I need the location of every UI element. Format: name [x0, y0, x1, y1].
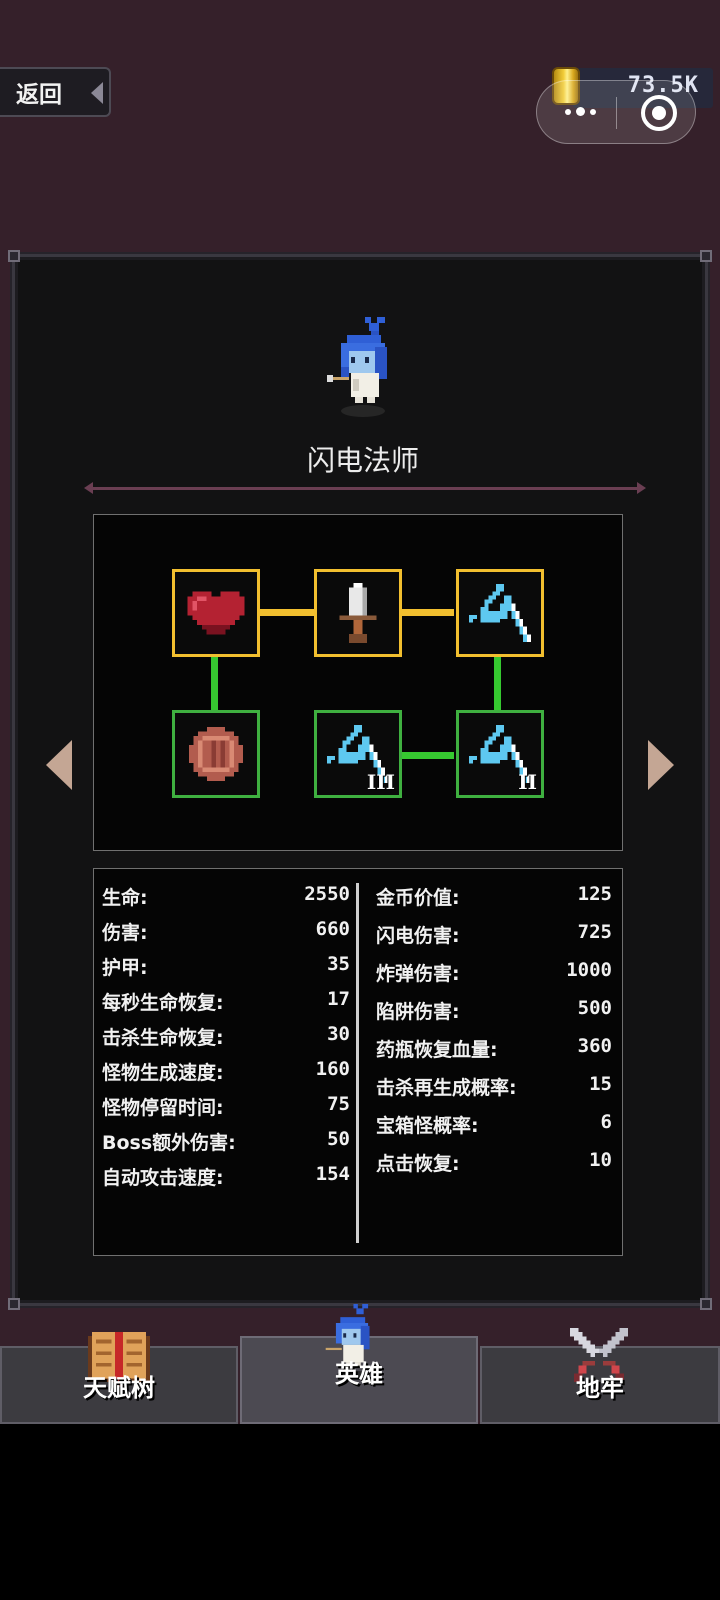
stat-label: 金币价值: — [376, 887, 460, 909]
tab-talent-tree[interactable]: 天赋树 — [0, 1332, 238, 1424]
game-screen: 返回 73.5K 闪电法师 III II 生命: 2550 伤害: 660 护甲… — [0, 0, 720, 1424]
stat-value: 360 — [577, 1035, 612, 1057]
stat-label: 闪电伤害: — [376, 925, 460, 947]
miniprogram-capsule — [536, 80, 696, 144]
stat-row: 炸弹伤害: 1000 — [376, 959, 612, 997]
panel-corner — [700, 250, 712, 262]
skill-node-lightning[interactable] — [456, 569, 544, 657]
stat-value: 154 — [315, 1163, 350, 1185]
stat-label: 药瓶恢复血量: — [376, 1039, 498, 1061]
panel-corner — [8, 250, 20, 262]
stat-row: 宝箱怪概率: 6 — [376, 1111, 612, 1149]
panel-corner — [700, 1298, 712, 1310]
stat-row: 怪物停留时间: 75 — [102, 1093, 350, 1128]
stats-divider — [356, 883, 359, 1243]
stat-label: 自动攻击速度: — [102, 1167, 224, 1189]
skill-node-armor[interactable] — [172, 710, 260, 798]
stat-row: 药瓶恢复血量: 360 — [376, 1035, 612, 1073]
next-hero-arrow-icon[interactable] — [648, 740, 674, 790]
stat-label: 陷阱伤害: — [376, 1001, 460, 1023]
stat-label: Boss额外伤害: — [102, 1132, 236, 1154]
skill-node-lightning-3[interactable]: III — [314, 710, 402, 798]
stat-label: 宝箱怪概率: — [376, 1115, 479, 1137]
stat-row: 击杀再生成概率: 15 — [376, 1073, 612, 1111]
stat-row: 生命: 2550 — [102, 883, 350, 918]
stat-value: 160 — [315, 1058, 350, 1080]
stat-row: 闪电伤害: 725 — [376, 921, 612, 959]
back-arrow-icon — [91, 82, 103, 104]
skill-node-damage[interactable] — [314, 569, 402, 657]
stat-value: 10 — [589, 1149, 612, 1171]
panel-corner — [8, 1298, 20, 1310]
lightning-icon — [469, 584, 531, 642]
bottom-empty-area — [0, 1424, 720, 1600]
stat-row: Boss额外伤害: 50 — [102, 1128, 350, 1163]
hero-name: 闪电法师 — [306, 444, 419, 477]
skill-node-lightning-2[interactable]: II — [456, 710, 544, 798]
heart-icon — [187, 591, 245, 635]
tab-hero[interactable]: 英雄 — [240, 1304, 478, 1424]
stat-row: 伤害: 660 — [102, 918, 350, 953]
stat-value: 1000 — [566, 959, 612, 981]
tab-dungeon[interactable]: 地牢 — [480, 1328, 720, 1424]
stat-label: 伤害: — [102, 922, 148, 944]
back-button[interactable]: 返回 — [0, 67, 111, 117]
stat-value: 125 — [577, 883, 612, 905]
stat-value: 725 — [577, 921, 612, 943]
stat-label: 生命: — [102, 887, 148, 909]
stats-column-right: 金币价值: 125 闪电伤害: 725 炸弹伤害: 1000 陷阱伤害: 500 药瓶恢… — [376, 883, 612, 1187]
stat-label: 怪物停留时间: — [102, 1097, 224, 1119]
stat-value: 35 — [327, 953, 350, 975]
tab-label: 天赋树 — [83, 1374, 155, 1402]
stat-label: 击杀再生成概率: — [376, 1077, 517, 1099]
tab-label: 地牢 — [576, 1374, 624, 1402]
tier-badge: III — [366, 770, 395, 794]
stat-value: 500 — [577, 997, 612, 1019]
stat-label: 护甲: — [102, 957, 148, 979]
sword-icon — [339, 583, 377, 643]
stat-label: 击杀生命恢复: — [102, 1027, 224, 1049]
close-miniprogram-icon[interactable] — [641, 95, 677, 131]
more-menu-icon[interactable] — [565, 107, 596, 116]
stats-table: 生命: 2550 伤害: 660 护甲: 35 每秒生命恢复: 17 击杀生命恢复: 30… — [93, 868, 623, 1256]
hero-portrait-icon — [327, 317, 387, 417]
stat-row: 金币价值: 125 — [376, 883, 612, 921]
tree-connector — [211, 656, 218, 710]
tree-connector — [494, 656, 501, 710]
previous-hero-arrow-icon[interactable] — [46, 740, 72, 790]
capsule-divider — [616, 97, 617, 129]
stat-value: 50 — [327, 1128, 350, 1150]
stat-label: 怪物生成速度: — [102, 1062, 224, 1084]
stat-value: 2550 — [304, 883, 350, 905]
stat-value: 6 — [600, 1111, 612, 1133]
stat-row: 击杀生命恢复: 30 — [102, 1023, 350, 1058]
stat-label: 炸弹伤害: — [376, 963, 460, 985]
tree-connector — [400, 609, 454, 616]
stat-value: 15 — [589, 1073, 612, 1095]
stat-label: 每秒生命恢复: — [102, 992, 224, 1014]
stat-label: 点击恢复: — [376, 1153, 460, 1175]
stat-row: 自动攻击速度: 154 — [102, 1163, 350, 1198]
skill-tree: III II — [93, 514, 623, 851]
stat-row: 陷阱伤害: 500 — [376, 997, 612, 1035]
stat-value: 30 — [327, 1023, 350, 1045]
stats-column-left: 生命: 2550 伤害: 660 护甲: 35 每秒生命恢复: 17 击杀生命恢复: 30… — [102, 883, 350, 1198]
tab-label: 英雄 — [335, 1360, 383, 1388]
stat-row: 怪物生成速度: 160 — [102, 1058, 350, 1093]
stat-row: 护甲: 35 — [102, 953, 350, 988]
tree-connector — [400, 752, 454, 759]
stat-value: 17 — [327, 988, 350, 1010]
tier-badge: II — [518, 770, 537, 794]
stat-row: 每秒生命恢复: 17 — [102, 988, 350, 1023]
stat-value: 75 — [327, 1093, 350, 1115]
stat-value: 660 — [315, 918, 350, 940]
stat-row: 点击恢复: 10 — [376, 1149, 612, 1187]
tree-connector — [260, 609, 314, 616]
shield-icon — [189, 727, 243, 781]
back-label: 返回 — [16, 82, 62, 108]
skill-node-health[interactable] — [172, 569, 260, 657]
title-divider — [84, 482, 646, 494]
hero-panel: 闪电法师 III II 生命: 2550 伤害: 660 护甲: 35 每秒生命… — [8, 250, 712, 1310]
